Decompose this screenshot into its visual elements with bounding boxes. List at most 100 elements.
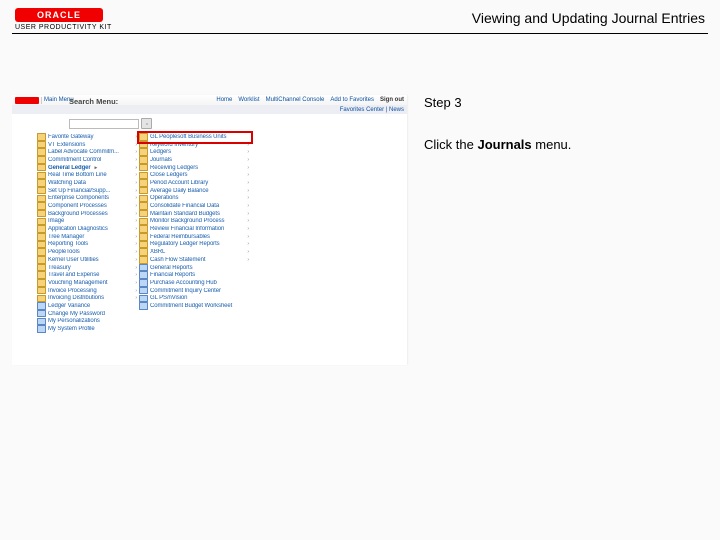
menu-label: Set Up Financial/Supp...: [48, 188, 110, 194]
left-menu-item[interactable]: Invoice Processing›: [37, 287, 137, 295]
folder-icon: [139, 148, 148, 156]
right-menu-item[interactable]: Purchase Accounting Hub: [139, 279, 249, 287]
folder-icon: [37, 141, 46, 149]
menu-label: Invoice Processing: [48, 288, 97, 294]
right-menu-item[interactable]: Commitment Inquiry Center: [139, 287, 249, 295]
left-menu-item[interactable]: General Ledger▸›: [37, 164, 137, 172]
menu-label: Enterprise Components: [48, 195, 109, 201]
chevron-right-icon: ›: [135, 226, 137, 232]
left-menu-item[interactable]: Real Time Bottom Line›: [37, 171, 137, 179]
favorites-center[interactable]: Favorites Center | News: [340, 107, 404, 113]
chevron-right-icon: ›: [247, 149, 249, 155]
folder-icon: [37, 179, 46, 187]
menu-label: Financial Reports: [150, 272, 195, 278]
folder-icon: [37, 225, 46, 233]
folder-icon: [37, 172, 46, 180]
right-menu-item[interactable]: Commitment Budget Worksheet: [139, 302, 249, 310]
menu-label: My Personalizations: [48, 318, 100, 324]
folder-icon: [37, 202, 46, 210]
menu-label: Receiving Ledgers: [150, 165, 198, 171]
chevron-right-icon: ›: [135, 241, 137, 247]
folder-icon: [37, 310, 46, 318]
menu-label: General Ledger: [48, 165, 91, 171]
left-menu-item[interactable]: VT Extensions›: [37, 141, 137, 149]
folder-icon: [37, 195, 46, 203]
menu-label: Component Processes: [48, 203, 107, 209]
folder-icon: [139, 172, 148, 180]
search-row: [69, 118, 152, 129]
search-input[interactable]: [69, 119, 139, 129]
chevron-right-icon: ›: [135, 295, 137, 301]
right-menu-item[interactable]: Average Daily Balance›: [139, 187, 249, 195]
nav-signout[interactable]: Sign out: [380, 97, 404, 103]
chevron-right-icon: ›: [247, 180, 249, 186]
folder-icon: [139, 256, 148, 264]
menu-label: PeopleTools: [48, 249, 80, 255]
app-screenshot: Main Menu Home Worklist MultiChannel Con…: [12, 95, 407, 365]
search-button[interactable]: [141, 118, 152, 129]
left-menu-item[interactable]: Reporting Tools›: [37, 241, 137, 249]
right-menu-item[interactable]: Keyword Inventory›: [139, 141, 249, 149]
right-menu-item[interactable]: Monitor Background Process›: [139, 218, 249, 226]
left-menu-item[interactable]: Change My Password: [37, 310, 137, 318]
chevron-right-icon: ›: [135, 211, 137, 217]
left-menu-item[interactable]: PeopleTools›: [37, 248, 137, 256]
left-menu-item[interactable]: Commitment Control›: [37, 156, 137, 164]
left-menu-item[interactable]: My Personalizations: [37, 318, 137, 326]
menu-label: Tree Manager: [48, 234, 84, 240]
right-menu-item[interactable]: Financial Reports: [139, 271, 249, 279]
right-menu-item[interactable]: Cash Flow Statement›: [139, 256, 249, 264]
oracle-logo: ORACLE: [15, 8, 103, 22]
right-menu-item[interactable]: Regulatory Ledger Reports›: [139, 241, 249, 249]
right-menu-item[interactable]: GL PS/nVision: [139, 294, 249, 302]
left-menu-item[interactable]: Background Processes›: [37, 210, 137, 218]
instruction-text: Click the Journals menu.: [424, 136, 705, 154]
nav-worklist[interactable]: Worklist: [238, 97, 259, 103]
chevron-right-icon: ›: [135, 134, 137, 140]
menu-label: Treasury: [48, 265, 71, 271]
menu-label: Commitment Budget Worksheet: [150, 303, 232, 309]
left-menu-item[interactable]: Tree Manager›: [37, 233, 137, 241]
folder-icon: [139, 141, 148, 149]
right-menu-item[interactable]: Consolidate Financial Data›: [139, 202, 249, 210]
right-menu-item[interactable]: Maintain Standard Budgets›: [139, 210, 249, 218]
left-menu-item[interactable]: Enterprise Components›: [37, 195, 137, 203]
nav-home[interactable]: Home: [216, 97, 232, 103]
right-menu-item[interactable]: Close Ledgers›: [139, 171, 249, 179]
left-menu-item[interactable]: Watching Data›: [37, 179, 137, 187]
left-menu-item[interactable]: Favorite Gateway›: [37, 133, 137, 141]
chevron-right-icon: ›: [247, 188, 249, 194]
right-menu-item[interactable]: Federal Reimbursables›: [139, 233, 249, 241]
left-menu-item[interactable]: Treasury›: [37, 264, 137, 272]
chevron-right-icon: ›: [247, 203, 249, 209]
right-menu-item[interactable]: XBRL›: [139, 248, 249, 256]
left-menu-item[interactable]: My System Profile: [37, 325, 137, 333]
left-menu-item[interactable]: Vouching Management›: [37, 279, 137, 287]
nav-multichannel[interactable]: MultiChannel Console: [266, 97, 325, 103]
right-menu-header[interactable]: GL Peoplesoft Business Units: [139, 133, 249, 141]
left-menu-item[interactable]: Component Processes›: [37, 202, 137, 210]
menu-label: Invoicing Distributions: [48, 295, 104, 301]
left-menu-item[interactable]: Travel and Expense›: [37, 271, 137, 279]
left-menu-item[interactable]: Label Advocate Commitm...›: [37, 148, 137, 156]
right-menu-item[interactable]: Operations›: [139, 195, 249, 203]
folder-icon: [37, 218, 46, 226]
left-menu-item[interactable]: Set Up Financial/Supp...›: [37, 187, 137, 195]
chevron-right-icon: ›: [247, 257, 249, 263]
left-menu-item[interactable]: Application Diagnostics›: [37, 225, 137, 233]
journals-menu-item[interactable]: Journals›: [139, 156, 249, 164]
chevron-right-icon: ›: [135, 218, 137, 224]
left-menu-item[interactable]: Image›: [37, 218, 137, 226]
menu-label: Watching Data: [48, 180, 86, 186]
left-menu-item[interactable]: Invoicing Distributions ›: [37, 294, 137, 302]
left-menu-item[interactable]: Kernel User Utilities›: [37, 256, 137, 264]
right-menu-item[interactable]: Review Financial Information›: [139, 225, 249, 233]
left-menu-item[interactable]: Ledger Variance: [37, 302, 137, 310]
nav-favorites[interactable]: Add to Favorites: [330, 97, 374, 103]
right-menu-item[interactable]: Ledgers›: [139, 148, 249, 156]
right-menu-item[interactable]: Period Account Library›: [139, 179, 249, 187]
right-menu-item[interactable]: General Reports: [139, 264, 249, 272]
right-menu-item[interactable]: Receiving Ledgers›: [139, 164, 249, 172]
folder-icon: [139, 241, 148, 249]
instruction-after: menu.: [532, 137, 572, 152]
